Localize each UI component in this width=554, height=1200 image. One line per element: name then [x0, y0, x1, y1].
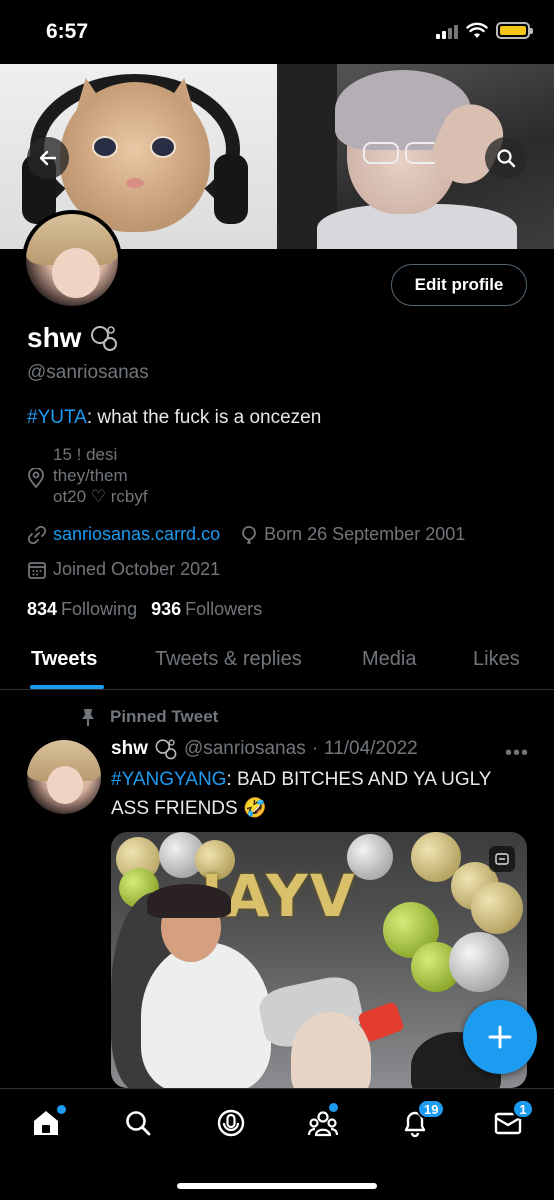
search-icon — [126, 1111, 151, 1136]
profile-meta-row: sanriosanas.carrd.co Born 26 September 2… — [27, 524, 465, 545]
following-label: Following — [61, 599, 138, 619]
location-pin-icon — [28, 468, 44, 488]
nav-notifications[interactable]: 19 — [397, 1099, 446, 1141]
home-unread-dot — [57, 1105, 66, 1114]
profile-joined-date: Joined October 2021 — [53, 559, 221, 579]
communities-icon — [307, 1111, 339, 1137]
pinned-tweet-label: Pinned Tweet — [80, 707, 218, 727]
profile-avatar[interactable] — [22, 210, 122, 310]
notifications-badge: 19 — [417, 1099, 446, 1119]
tweet-author-name[interactable]: shw — [111, 738, 148, 760]
messages-badge: 1 — [512, 1099, 534, 1119]
bubbles-emoji-icon — [91, 326, 118, 351]
pin-icon — [82, 709, 94, 726]
gif-icon — [495, 853, 509, 865]
battery-icon — [496, 22, 533, 39]
followers-link[interactable]: 936 Followers — [151, 599, 262, 620]
tweet-separator: · — [311, 738, 319, 759]
tab-likes[interactable]: Likes — [473, 648, 520, 671]
location-line-1: 15 ! desi — [53, 445, 118, 464]
profile-birthday: Born 26 September 2001 — [264, 524, 466, 544]
link-icon — [27, 525, 47, 544]
tab-tweets[interactable]: Tweets — [31, 648, 97, 671]
nav-messages[interactable]: 1 — [490, 1099, 534, 1141]
gif-badge — [489, 846, 515, 872]
tweet-author-avatar[interactable] — [27, 740, 101, 814]
profile-joined-row: Joined October 2021 — [27, 559, 220, 580]
pinned-tweet-text: Pinned Tweet — [110, 707, 219, 726]
following-link[interactable]: 834 Following — [27, 599, 137, 620]
compose-tweet-button[interactable] — [463, 1000, 537, 1074]
location-line-2: they/them — [53, 466, 128, 485]
display-name-row: shw — [27, 322, 119, 354]
followers-count: 936 — [151, 599, 182, 619]
spaces-microphone-icon — [217, 1109, 245, 1137]
profile-handle: @sanriosanas — [27, 362, 149, 383]
home-icon — [34, 1111, 58, 1135]
tweet-author-handle: @sanriosanas — [183, 738, 306, 759]
nav-communities[interactable] — [305, 1103, 341, 1141]
calendar-icon — [28, 561, 46, 579]
cellular-signal-icon — [436, 23, 458, 39]
nav-search[interactable] — [120, 1105, 156, 1141]
tweet-hashtag-link[interactable]: #YANGYANG — [111, 769, 226, 790]
profile-bio: #YUTA: what the fuck is a oncezen — [27, 407, 321, 429]
plus-icon — [488, 1025, 512, 1049]
back-button[interactable] — [27, 137, 69, 179]
tab-media[interactable]: Media — [362, 648, 416, 671]
status-time: 6:57 — [46, 20, 89, 43]
profile-website-link[interactable]: sanriosanas.carrd.co — [53, 524, 220, 545]
tweet-header: shw @sanriosanas · 11/04/2022 — [111, 737, 418, 761]
tweet-date: 11/04/2022 — [324, 738, 418, 759]
arrow-left-icon — [39, 150, 57, 166]
more-options-icon[interactable]: ••• — [505, 742, 529, 765]
edit-profile-button[interactable]: Edit profile — [391, 264, 527, 306]
follow-counts: 834 Following 936 Followers — [27, 599, 262, 620]
bio-text: : what the fuck is a oncezen — [86, 407, 322, 428]
bubbles-emoji-icon — [155, 739, 177, 760]
status-icons — [436, 22, 533, 39]
search-button[interactable] — [485, 137, 527, 179]
display-name: shw — [27, 322, 82, 353]
nav-spaces[interactable] — [213, 1105, 249, 1141]
bio-hashtag-link[interactable]: #YUTA — [27, 407, 87, 428]
location-line-3: ot20 ♡ rcbyf — [53, 487, 148, 506]
followers-label: Followers — [185, 599, 263, 619]
profile-tabs: Tweets Tweets & replies Media Likes — [0, 640, 554, 690]
nav-home[interactable] — [28, 1105, 66, 1141]
following-count: 834 — [27, 599, 58, 619]
home-indicator — [177, 1183, 377, 1189]
tab-tweets-replies[interactable]: Tweets & replies — [155, 648, 302, 671]
status-bar: 6:57 — [0, 0, 554, 64]
balloon-icon — [242, 525, 256, 544]
wifi-icon — [466, 22, 488, 38]
search-icon — [497, 149, 516, 168]
tweet-body: #YANGYANG: BAD BITCHES AND YA UGLY ASS F… — [111, 765, 521, 823]
active-tab-indicator — [30, 685, 104, 689]
communities-unread-dot — [329, 1103, 338, 1112]
